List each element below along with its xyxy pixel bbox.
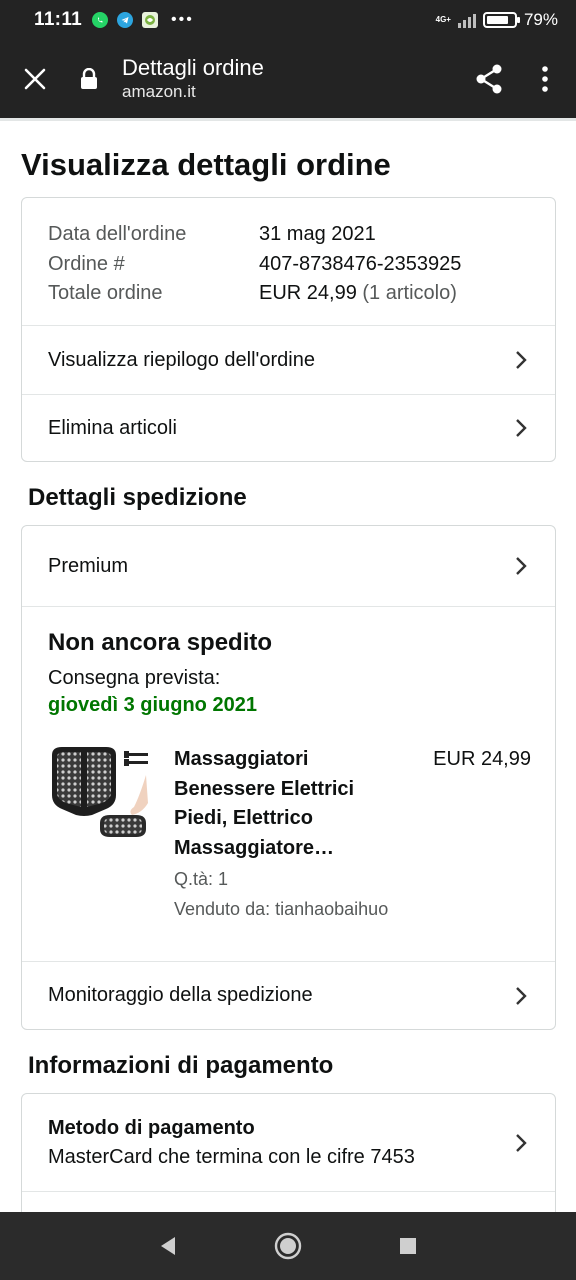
- order-total-items: (1 articolo): [356, 282, 457, 304]
- whatsapp-icon: [92, 12, 108, 28]
- share-button[interactable]: [464, 40, 514, 118]
- chevron-right-icon: [515, 417, 529, 439]
- home-button[interactable]: [228, 1212, 348, 1280]
- product-image[interactable]: [48, 745, 152, 841]
- order-summary-card: Data dell'ordine 31 mag 2021 Ordine # 40…: [21, 197, 556, 462]
- track-shipment-label: Monitoraggio della spedizione: [48, 984, 313, 1006]
- lock-icon: [80, 68, 122, 90]
- expected-delivery-date: giovedì 3 giugno 2021: [48, 694, 257, 716]
- payment-method-link[interactable]: Metodo di pagamento MasterCard che termi…: [22, 1094, 555, 1192]
- recents-icon: [400, 1238, 416, 1254]
- order-date-label: Data dell'ordine: [48, 223, 187, 245]
- shipment-status: Non ancora spedito: [48, 629, 273, 656]
- order-date-row: Data dell'ordine 31 mag 2021: [48, 220, 555, 250]
- more-vert-icon: [542, 66, 548, 92]
- expected-delivery-label: Consegna prevista:: [48, 667, 221, 689]
- battery-level: [486, 16, 508, 24]
- product-title[interactable]: Massaggiatori Benessere Elettrici Piedi,…: [174, 745, 389, 863]
- view-order-summary-label: Visualizza riepilogo dell'ordine: [48, 348, 315, 371]
- order-date-value: 31 mag 2021: [259, 223, 376, 245]
- status-time: 11:11: [34, 9, 82, 30]
- telegram-icon: [117, 12, 133, 28]
- app-icon: [142, 12, 158, 28]
- order-total-value: EUR 24,99 (1 articolo): [259, 279, 457, 309]
- page-content[interactable]: Visualizza dettagli ordine Data dell'ord…: [0, 121, 576, 1212]
- network-type: 4G+: [435, 15, 451, 24]
- chevron-right-icon: [515, 349, 529, 371]
- shipment-details: Non ancora spedito Consegna prevista: gi…: [22, 607, 555, 962]
- payment-method-value: MasterCard che termina con le cifre 7453: [48, 1145, 415, 1168]
- status-notification-icons: •••: [92, 11, 194, 29]
- page-info[interactable]: Dettagli ordine amazon.it: [122, 55, 264, 103]
- order-number-value: 407-8738476-2353925: [259, 252, 462, 275]
- close-button[interactable]: [0, 40, 70, 118]
- status-bar: 11:11 ••• 4G+ 79%: [0, 0, 576, 40]
- view-order-summary-link[interactable]: Visualizza riepilogo dell'ordine: [22, 326, 555, 394]
- share-icon: [476, 64, 502, 94]
- shipping-section-title: Dettagli spedizione: [28, 484, 247, 511]
- product-seller: Venduto da: tianhaobaihuo: [174, 899, 389, 919]
- shipping-method-link[interactable]: Premium: [22, 526, 555, 607]
- overflow-menu-button[interactable]: [514, 40, 576, 118]
- order-number-label: Ordine #: [48, 252, 125, 275]
- order-total-amount: EUR 24,99: [259, 282, 357, 304]
- page-title: Visualizza dettagli ordine: [21, 147, 391, 182]
- order-total-label: Totale ordine: [48, 282, 163, 304]
- payment-card: Metodo di pagamento MasterCard che termi…: [21, 1093, 556, 1212]
- recents-button[interactable]: [348, 1212, 468, 1280]
- browser-toolbar: Dettagli ordine amazon.it: [0, 40, 576, 118]
- product-quantity: Q.tà: 1: [174, 869, 229, 889]
- order-info: Data dell'ordine 31 mag 2021 Ordine # 40…: [22, 198, 555, 326]
- status-system: 4G+ 79%: [436, 10, 558, 30]
- payment-method-text: Metodo di pagamento MasterCard che termi…: [48, 1114, 415, 1172]
- order-total-row: Totale ordine EUR 24,99 (1 articolo): [48, 279, 555, 309]
- product-price: EUR 24,99: [433, 748, 531, 770]
- status-more-icon: •••: [171, 11, 194, 28]
- toolbar-domain: amazon.it: [122, 82, 196, 101]
- shipping-method-label: Premium: [48, 554, 129, 577]
- battery-icon: [482, 12, 520, 28]
- delete-items-link[interactable]: Elimina articoli: [22, 394, 555, 461]
- home-icon: [274, 1232, 302, 1260]
- signal-icon: [457, 13, 476, 28]
- toolbar-title: Dettagli ordine: [122, 55, 264, 80]
- close-icon: [24, 68, 46, 90]
- order-number-row: Ordine # 407-8738476-2353925: [48, 250, 555, 280]
- payment-section-title: Informazioni di pagamento: [28, 1052, 334, 1079]
- chevron-right-icon: [515, 555, 529, 577]
- chevron-right-icon: [515, 1132, 529, 1154]
- track-shipment-link[interactable]: Monitoraggio della spedizione: [22, 962, 555, 1029]
- chevron-right-icon: [515, 985, 529, 1007]
- shipping-card: Premium Non ancora spedito Consegna prev…: [21, 525, 556, 1030]
- delete-items-label: Elimina articoli: [48, 416, 177, 439]
- payment-method-label: Metodo di pagamento: [48, 1116, 255, 1139]
- battery-percent: 79%: [523, 10, 558, 29]
- system-navigation-bar: [0, 1212, 576, 1280]
- back-button[interactable]: [108, 1212, 228, 1280]
- back-icon: [161, 1237, 175, 1255]
